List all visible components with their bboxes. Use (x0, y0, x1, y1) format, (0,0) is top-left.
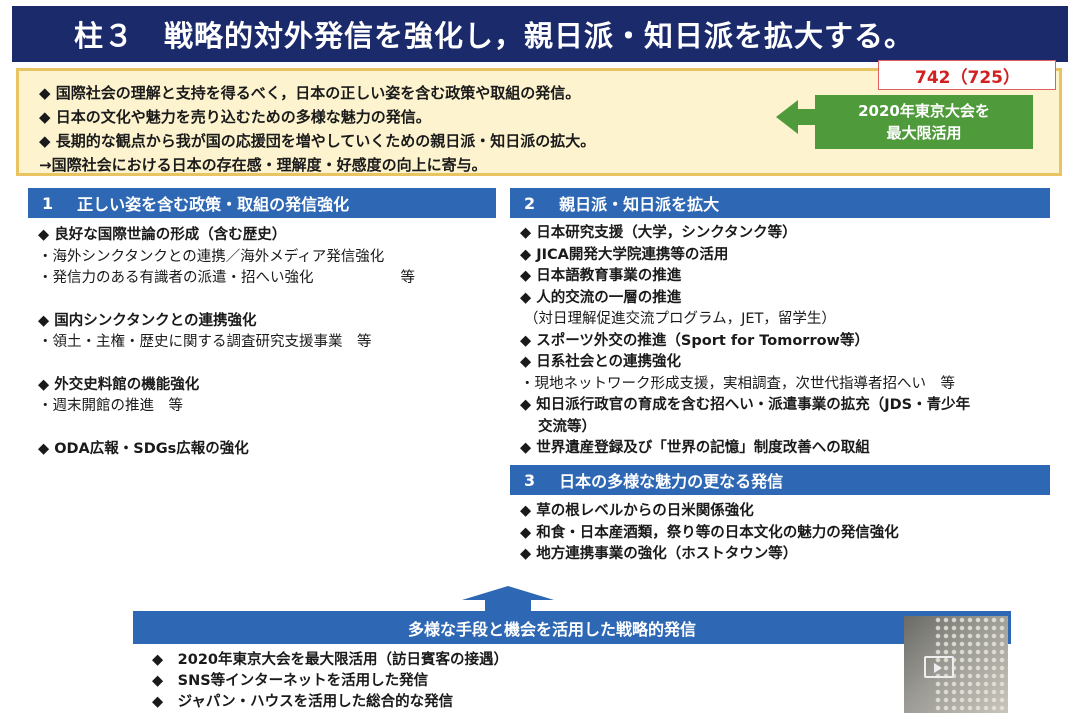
summary-lines: ◆ 国際社会の理解と支持を得るべく，日本の正しい姿を含む政策や取組の発信。 ◆ … (39, 81, 595, 177)
summary-line: ◆ 長期的な観点から我が国の応援団を増やしていくための親日派・知日派の拡大。 (39, 132, 596, 150)
olympic-callout: 2020年東京大会を 最大限活用 (815, 95, 1033, 149)
arrow-up-shaft (485, 599, 531, 611)
budget-label: 742（725） (915, 67, 1020, 88)
page-title: 柱３ 戦略的対外発信を強化し，親日派・知日派を拡大する。 (12, 6, 1068, 62)
list-item: ◆ ジャパン・ハウスを活用した総合的な発信 (152, 694, 454, 710)
list-item: ・領土・主権・歴史に関する調査研究支援事業 等 (38, 334, 372, 350)
list-item: ◆ 知日派行政官の育成を含む招へい・派遣事業の拡充（JDS・青少年 (520, 397, 971, 413)
section-1-list: ◆ 良好な国際世論の形成（含む歴史） ・海外シンクタンクとの連携／海外メディア発… (38, 225, 415, 460)
list-item: ◆ 国内シンクタンクとの連携強化 (38, 312, 257, 329)
list-item: ◆ 日本語教育事業の推進 (520, 268, 682, 284)
list-item: ・週末開館の推進 等 (38, 398, 183, 414)
olympic-callout-line2: 最大限活用 (886, 124, 962, 142)
section-3-number: 3 (524, 470, 536, 490)
list-item: ◆ 草の根レベルからの日米関係強化 (520, 503, 754, 519)
list-item: ・海外シンクタンクとの連携／海外メディア発信強化 (38, 248, 385, 265)
section-1-title: 正しい姿を含む政策・取組の発信強化 (77, 195, 350, 214)
summary-line: ◆ 国際社会の理解と支持を得るべく，日本の正しい姿を含む政策や取組の発信。 (39, 84, 581, 102)
arrow-up-icon (462, 586, 554, 600)
page-title-text: 柱３ 戦略的対外発信を強化し，親日派・知日派を拡大する。 (74, 19, 915, 53)
list-item: ◆ JICA開発大学院連携等の活用 (520, 246, 729, 263)
section-3-title: 日本の多様な魅力の更なる発信 (559, 472, 784, 491)
list-item: 交流等） (538, 418, 596, 435)
bottom-header: 多様な手段と機会を活用した戦略的発信 (133, 611, 1011, 644)
summary-line: ◆ 日本の文化や魅力を売り込むための多様な魅力の発信。 (39, 108, 431, 126)
list-item: ◆ 地方連携事業の強化（ホストタウン等） (520, 546, 798, 562)
list-item: ◆ 外交史料館の機能強化 (38, 376, 200, 393)
section-3-header: 3 日本の多様な魅力の更なる発信 (510, 465, 1050, 495)
list-item: ・発信力のある有識者の派遣・招へい強化 等 (38, 270, 415, 286)
section-2-title: 親日派・知日派を拡大 (559, 195, 720, 214)
list-item: （対日理解促進交流プログラム，JET，留学生） (524, 311, 836, 327)
list-item: ◆ 日本研究支援（大学，シンクタンク等） (520, 225, 797, 241)
japan-house-photo (904, 616, 1008, 713)
olympic-callout-line1: 2020年東京大会を (858, 102, 990, 120)
section-1-number: 1 (42, 193, 54, 213)
arrow-left-icon (776, 100, 798, 134)
list-item: ◆ スポーツ外交の推進（Sport for Tomorrow等） (520, 332, 869, 349)
list-item: ◆ SNS等インターネットを活用した発信 (152, 673, 429, 689)
section-2-list: ◆ 日本研究支援（大学，シンクタンク等） ◆ JICA開発大学院連携等の活用 ◆… (520, 223, 970, 460)
bottom-list: ◆ 2020年東京大会を最大限活用（訪日賓客の接遇） ◆ SNS等インターネット… (152, 650, 508, 713)
list-item: ◆ 世界遺産登録及び「世界の記憶」制度改善への取組 (520, 440, 870, 456)
list-item: ◆ 和食・日本産酒類，祭り等の日本文化の魅力の発信強化 (520, 524, 899, 541)
list-item: ◆ 人的交流の一層の推進 (520, 289, 682, 306)
section-2-number: 2 (524, 193, 536, 213)
list-item: ・現地ネットワーク形成支援，実相調査，次世代指導者招へい 等 (520, 375, 955, 392)
list-item: ◆ ODA広報・SDGs広報の強化 (38, 440, 249, 457)
section-3-list: ◆ 草の根レベルからの日米関係強化 ◆ 和食・日本産酒類，祭り等の日本文化の魅力… (520, 501, 899, 566)
section-2-header: 2 親日派・知日派を拡大 (510, 188, 1050, 218)
bottom-title: 多様な手段と機会を活用した戦略的発信 (407, 619, 696, 639)
arrow-left-shaft (797, 109, 815, 125)
section-1-header: 1 正しい姿を含む政策・取組の発信強化 (28, 188, 496, 218)
summary-line: →国際社会における日本の存在感・理解度・好感度の向上に寄与。 (39, 156, 487, 174)
list-item: ◆ 2020年東京大会を最大限活用（訪日賓客の接遇） (152, 652, 509, 668)
budget-badge: 742（725） (878, 60, 1056, 90)
list-item: ◆ 良好な国際世論の形成（含む歴史） (38, 227, 287, 243)
entrance-arrow-icon (924, 656, 954, 678)
list-item: ◆ 日系社会との連携強化 (520, 354, 682, 370)
